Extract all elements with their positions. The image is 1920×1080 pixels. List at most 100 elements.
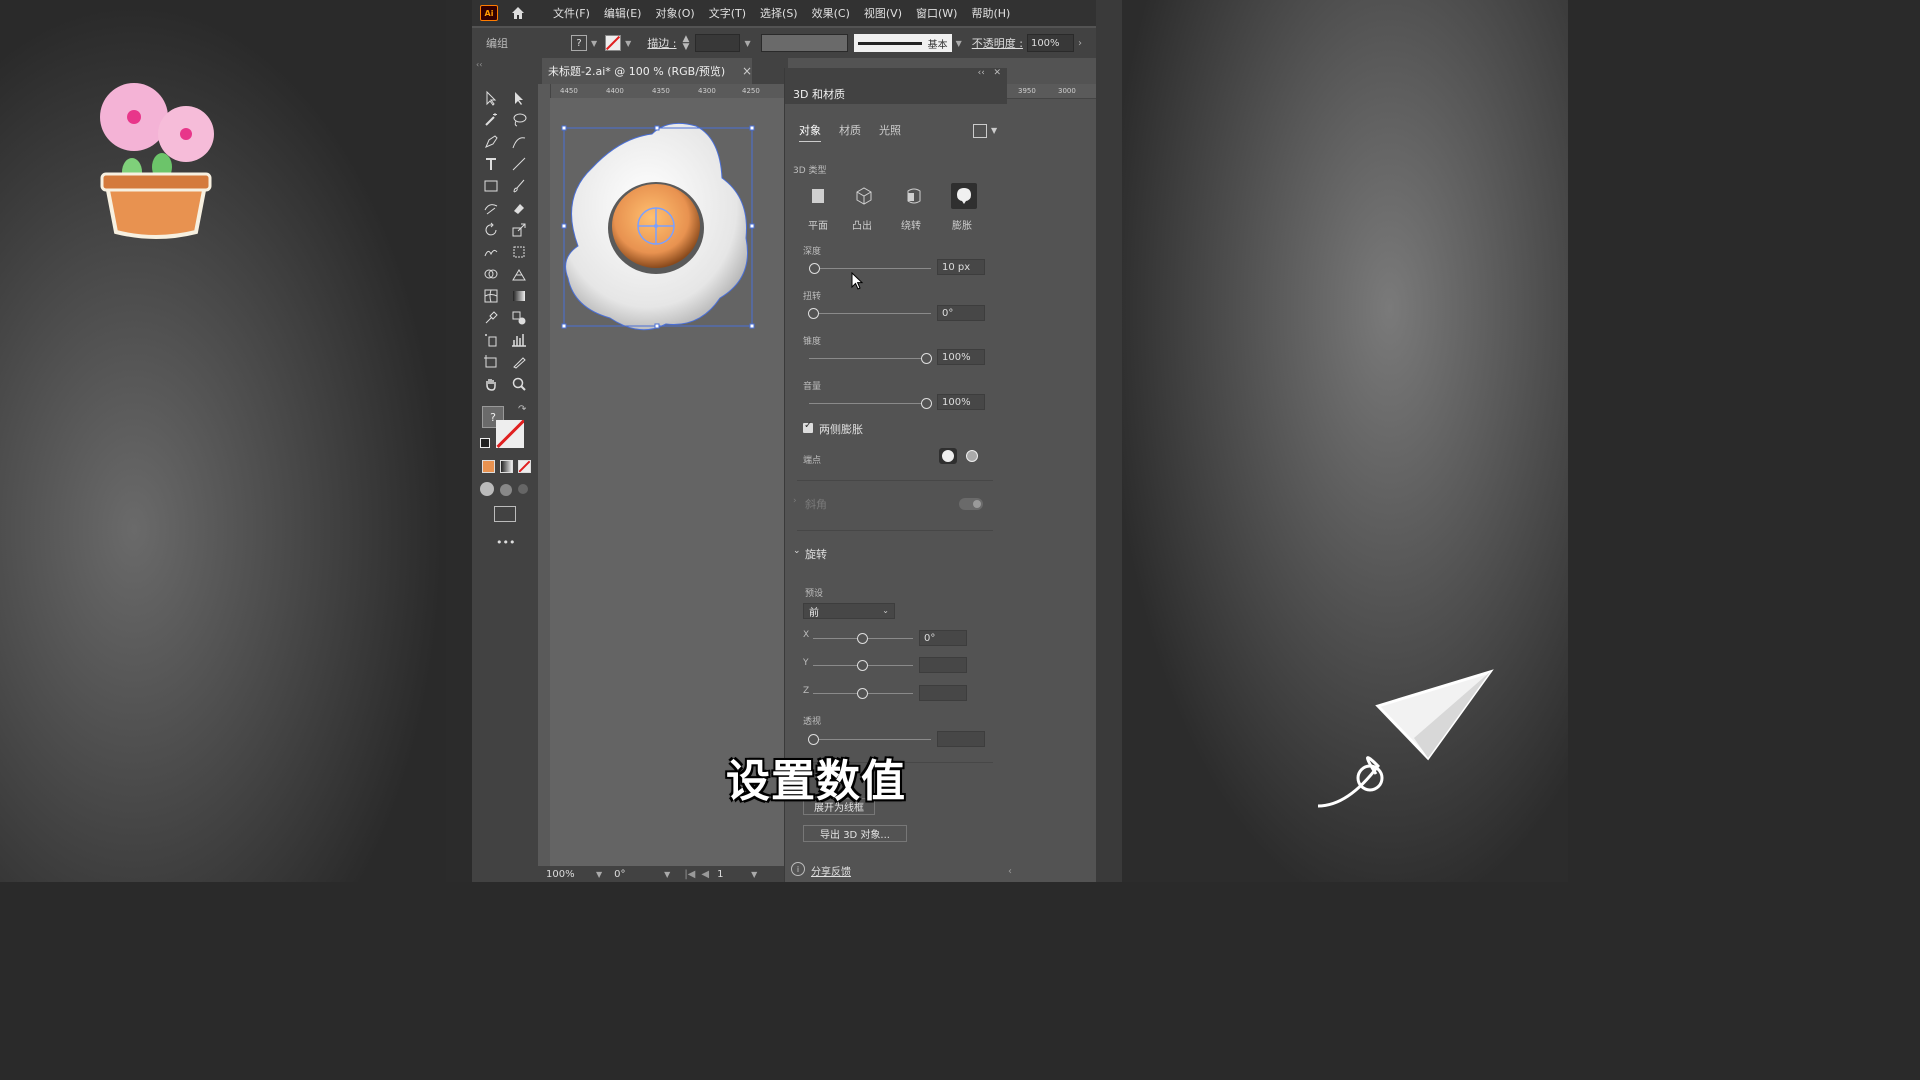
- y-slider-knob[interactable]: [857, 660, 868, 671]
- mesh-tool-icon[interactable]: [480, 286, 502, 306]
- twist-slider-knob[interactable]: [808, 308, 819, 319]
- taper-slider-knob[interactable]: [921, 353, 932, 364]
- free-transform-tool-icon[interactable]: [508, 242, 530, 262]
- rotation-section-label[interactable]: 旋转: [805, 546, 827, 562]
- depth-slider-knob[interactable]: [809, 263, 820, 274]
- eraser-tool-icon[interactable]: [508, 198, 530, 218]
- depth-slider-track[interactable]: [809, 268, 931, 269]
- x-slider-knob[interactable]: [857, 633, 868, 644]
- twist-slider-track[interactable]: [809, 313, 931, 314]
- line-tool-icon[interactable]: [508, 154, 530, 174]
- zoom-tool-icon[interactable]: [508, 374, 530, 394]
- taper-field[interactable]: 100%: [937, 349, 985, 365]
- opacity-label[interactable]: 不透明度 :: [972, 35, 1023, 51]
- pen-tool-icon[interactable]: [480, 132, 502, 152]
- y-rotation-field[interactable]: [919, 657, 967, 673]
- curvature-tool-icon[interactable]: [508, 132, 530, 152]
- hand-tool-icon[interactable]: [480, 374, 502, 394]
- rotate-tool-icon[interactable]: [480, 220, 502, 240]
- depth-field[interactable]: 10 px: [937, 259, 985, 275]
- default-colors-icon[interactable]: [480, 438, 490, 448]
- chevron-down-icon[interactable]: ▼: [956, 39, 962, 48]
- home-icon[interactable]: [510, 6, 526, 20]
- draw-inside-icon[interactable]: [518, 484, 528, 494]
- none-mode-icon[interactable]: [518, 460, 531, 473]
- eyedropper-tool-icon[interactable]: [480, 308, 502, 328]
- bevel-toggle[interactable]: [959, 498, 983, 510]
- chevron-right-icon[interactable]: ›: [1078, 38, 1082, 49]
- shaper-tool-icon[interactable]: [480, 198, 502, 218]
- chevron-down-icon[interactable]: ▼: [596, 870, 602, 879]
- perspective-slider-track[interactable]: [809, 739, 931, 740]
- more-tools-icon[interactable]: •••: [496, 536, 515, 549]
- opacity-field[interactable]: 100%: [1026, 34, 1074, 52]
- chevron-down-icon[interactable]: ▼: [664, 870, 670, 879]
- paintbrush-tool-icon[interactable]: [508, 176, 530, 196]
- selection-tool-icon[interactable]: [480, 88, 502, 108]
- perspective-field[interactable]: [937, 731, 985, 747]
- volume-slider-knob[interactable]: [921, 398, 932, 409]
- close-icon[interactable]: ×: [742, 64, 752, 78]
- gradient-tool-icon[interactable]: [508, 286, 530, 306]
- render-icon[interactable]: [973, 124, 987, 138]
- screen-mode-icon[interactable]: [494, 506, 516, 522]
- gradient-mode-icon[interactable]: [500, 460, 513, 473]
- tab-material[interactable]: 材质: [839, 122, 861, 142]
- chevron-down-icon[interactable]: ⌄: [793, 546, 801, 556]
- perspective-slider-knob[interactable]: [808, 734, 819, 745]
- blend-tool-icon[interactable]: [508, 308, 530, 328]
- draw-behind-icon[interactable]: [500, 484, 512, 496]
- inflate-both-sides-checkbox[interactable]: [803, 420, 813, 433]
- symbol-sprayer-tool-icon[interactable]: [480, 330, 502, 350]
- stroke-weight-field[interactable]: [695, 34, 741, 52]
- extrude-type-icon[interactable]: [851, 183, 877, 209]
- scale-tool-icon[interactable]: [508, 220, 530, 240]
- stroke-label[interactable]: 描边 :: [647, 35, 676, 51]
- menu-edit[interactable]: 编辑(E): [597, 5, 649, 21]
- volume-field[interactable]: 100%: [937, 394, 985, 410]
- draw-normal-icon[interactable]: [480, 482, 494, 496]
- inflate-type-icon[interactable]: [951, 183, 977, 209]
- menu-effect[interactable]: 效果(C): [805, 5, 857, 21]
- prev-page-icon[interactable]: ◀: [701, 869, 709, 880]
- tab-lighting[interactable]: 光照: [879, 122, 901, 142]
- stroke-swatch[interactable]: [496, 420, 524, 448]
- x-rotation-field[interactable]: 0°: [919, 630, 967, 646]
- panel-collapse-close-icon[interactable]: ‹‹ ✕: [978, 68, 1001, 78]
- share-feedback-link[interactable]: 分享反馈: [811, 863, 851, 878]
- menu-file[interactable]: 文件(F): [546, 5, 597, 21]
- plane-type-icon[interactable]: [805, 183, 831, 209]
- fill-question-swatch[interactable]: ?: [571, 35, 587, 51]
- direct-selection-tool-icon[interactable]: [508, 88, 530, 108]
- scrollbar-arrow-left-icon[interactable]: ‹: [1008, 866, 1012, 877]
- chevron-down-icon[interactable]: ▼: [991, 126, 997, 135]
- rotation-value[interactable]: 0°: [614, 869, 660, 880]
- chevron-down-icon[interactable]: ▼: [751, 870, 757, 879]
- artboard-tool-icon[interactable]: [480, 352, 502, 372]
- rotation-preset-select[interactable]: 前 ⌄: [803, 603, 895, 619]
- cap-off-button[interactable]: [963, 448, 981, 464]
- warp-tool-icon[interactable]: [480, 242, 502, 262]
- type-tool-icon[interactable]: [480, 154, 502, 174]
- menu-object[interactable]: 对象(O): [648, 5, 701, 21]
- stroke-stepper-icon[interactable]: ▲ ▼: [683, 35, 690, 52]
- rectangle-tool-icon[interactable]: [480, 176, 502, 196]
- z-slider-knob[interactable]: [857, 688, 868, 699]
- perspective-grid-tool-icon[interactable]: [508, 264, 530, 284]
- twist-field[interactable]: 0°: [937, 305, 985, 321]
- z-rotation-field[interactable]: [919, 685, 967, 701]
- slice-tool-icon[interactable]: [508, 352, 530, 372]
- column-graph-tool-icon[interactable]: [508, 330, 530, 350]
- stroke-style-select[interactable]: 基本: [853, 34, 952, 52]
- stroke-none-swatch[interactable]: [605, 35, 622, 51]
- magic-wand-tool-icon[interactable]: [480, 110, 502, 130]
- panel-title-tab[interactable]: 3D 和材质: [785, 82, 1007, 104]
- lasso-tool-icon[interactable]: [508, 110, 530, 130]
- menu-view[interactable]: 视图(V): [857, 5, 909, 21]
- first-page-icon[interactable]: |◀: [684, 869, 695, 880]
- chevron-down-icon[interactable]: ▼: [591, 39, 597, 48]
- volume-slider-track[interactable]: [809, 403, 931, 404]
- page-number[interactable]: 1: [717, 869, 747, 880]
- document-tab[interactable]: 未标题-2.ai* @ 100 % (RGB/预览) ×: [542, 58, 752, 84]
- zoom-level[interactable]: 100%: [546, 869, 592, 880]
